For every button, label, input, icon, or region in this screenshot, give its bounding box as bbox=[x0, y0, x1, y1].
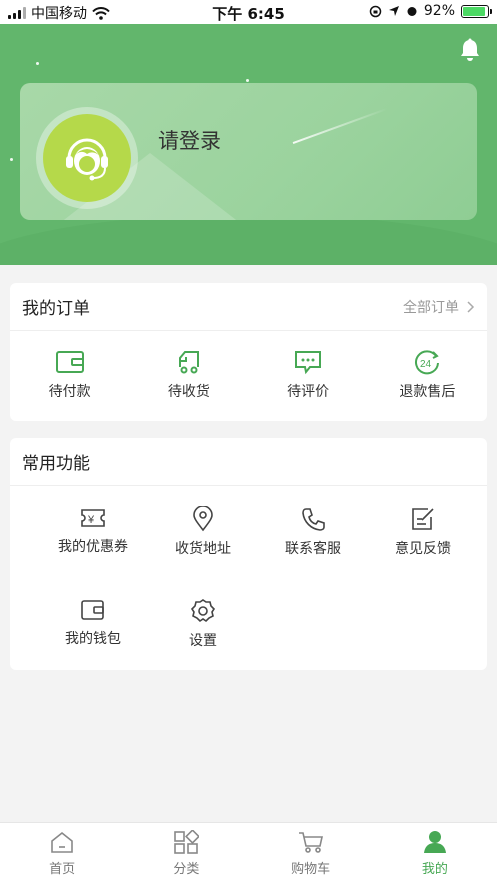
category-icon bbox=[174, 829, 200, 854]
order-status-row: 待付款 待收货 待评价 24 退款售后 bbox=[10, 331, 487, 419]
tab-cart[interactable]: 购物车 bbox=[249, 823, 373, 883]
truck-icon bbox=[178, 351, 199, 374]
function-label: 设置 bbox=[189, 633, 217, 649]
order-item-label: 待付款 bbox=[48, 384, 91, 400]
functions-card: 常用功能 ¥ 我的优惠券 收货地址 联系客服 意见反馈 我的钱包 设置 bbox=[10, 438, 487, 670]
svg-text:24: 24 bbox=[420, 359, 432, 370]
shooting-star-decoration bbox=[292, 107, 388, 145]
gear-icon bbox=[190, 599, 216, 623]
function-label: 我的优惠券 bbox=[58, 539, 128, 555]
tab-category[interactable]: 分类 bbox=[124, 823, 248, 883]
battery-percent: 92% bbox=[423, 3, 455, 19]
notification-bell-icon[interactable] bbox=[459, 38, 481, 66]
star-decoration bbox=[36, 62, 39, 65]
login-prompt[interactable]: 请登录 bbox=[158, 125, 221, 155]
functions-grid: ¥ 我的优惠券 收货地址 联系客服 意见反馈 我的钱包 设置 bbox=[10, 486, 487, 650]
home-icon bbox=[51, 831, 73, 853]
all-orders-link[interactable]: 全部订单 bbox=[403, 297, 475, 317]
tab-mine[interactable]: 我的 bbox=[373, 823, 497, 883]
tab-label: 分类 bbox=[173, 861, 200, 877]
my-wallet[interactable]: 我的钱包 bbox=[38, 598, 148, 650]
orders-header: 我的订单 全部订单 bbox=[10, 283, 487, 331]
chevron-right-icon bbox=[467, 300, 475, 313]
order-item-label: 待评价 bbox=[287, 384, 330, 400]
orders-card: 我的订单 全部订单 待付款 待收货 待评价 24 退款售后 bbox=[10, 283, 487, 421]
order-refund-aftersales[interactable]: 24 退款售后 bbox=[368, 331, 487, 419]
refund-24-icon: 24 bbox=[415, 350, 440, 375]
tab-label: 首页 bbox=[49, 861, 76, 877]
settings[interactable]: 设置 bbox=[148, 598, 258, 650]
user-icon bbox=[423, 830, 446, 853]
all-orders-label: 全部订单 bbox=[403, 299, 459, 316]
order-item-label: 退款售后 bbox=[399, 384, 456, 400]
rotation-lock-icon bbox=[369, 5, 382, 17]
functions-header: 常用功能 bbox=[10, 438, 487, 486]
feedback[interactable]: 意见反馈 bbox=[368, 506, 478, 558]
wallet-icon bbox=[81, 600, 104, 620]
header-wave bbox=[0, 214, 497, 265]
shipping-address[interactable]: 收货地址 bbox=[148, 506, 258, 558]
status-bar: 中国移动 下午 6:45 92% bbox=[0, 0, 497, 24]
location-pin-icon bbox=[193, 506, 213, 532]
function-label: 收货地址 bbox=[175, 541, 231, 557]
comment-icon bbox=[295, 351, 322, 375]
svg-text:¥: ¥ bbox=[87, 514, 95, 526]
wallet-icon bbox=[55, 351, 84, 373]
battery-icon bbox=[461, 4, 492, 18]
function-label: 我的钱包 bbox=[65, 631, 121, 647]
star-decoration bbox=[246, 79, 249, 82]
edit-note-icon bbox=[412, 508, 434, 530]
contact-support[interactable]: 联系客服 bbox=[258, 506, 368, 558]
avatar[interactable] bbox=[43, 114, 131, 202]
alarm-icon bbox=[407, 7, 417, 16]
coupon-icon: ¥ bbox=[81, 509, 105, 527]
order-pending-review[interactable]: 待评价 bbox=[249, 331, 368, 419]
tab-label: 购物车 bbox=[291, 861, 331, 877]
tab-label: 我的 bbox=[421, 861, 448, 877]
cart-icon bbox=[298, 831, 323, 853]
order-item-label: 待收货 bbox=[167, 384, 210, 400]
location-arrow-icon bbox=[388, 6, 399, 16]
order-pending-receipt[interactable]: 待收货 bbox=[129, 331, 248, 419]
customer-service-avatar-icon bbox=[66, 138, 108, 181]
functions-title: 常用功能 bbox=[22, 454, 90, 474]
star-decoration bbox=[10, 158, 13, 161]
order-pending-payment[interactable]: 待付款 bbox=[10, 331, 129, 419]
my-coupons[interactable]: ¥ 我的优惠券 bbox=[38, 506, 148, 558]
orders-title: 我的订单 bbox=[22, 299, 90, 319]
phone-icon bbox=[302, 508, 325, 531]
function-label: 意见反馈 bbox=[395, 541, 451, 557]
function-label: 联系客服 bbox=[285, 541, 341, 557]
tab-home[interactable]: 首页 bbox=[0, 823, 124, 883]
bottom-tab-bar: 首页 分类 购物车 我的 bbox=[0, 822, 497, 883]
